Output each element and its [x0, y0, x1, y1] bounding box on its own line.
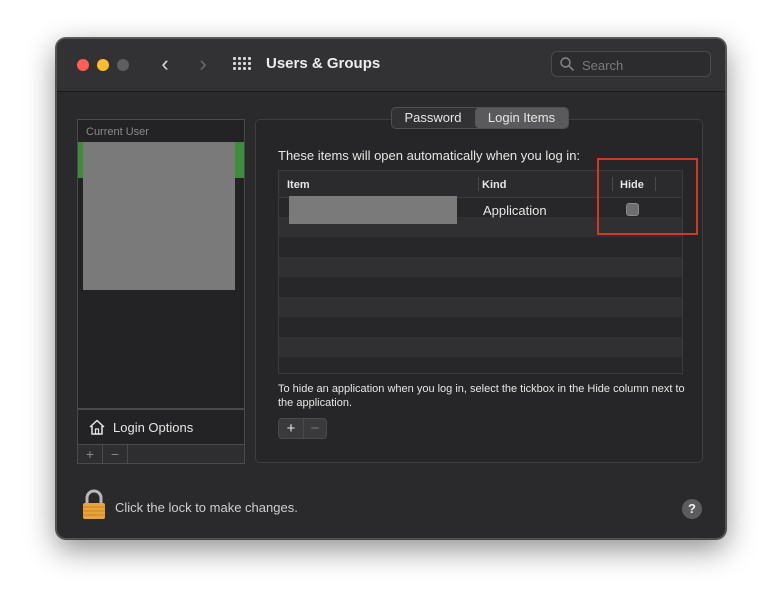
zoom-window-button[interactable] — [117, 59, 129, 71]
hide-hint-text: To hide an application when you log in, … — [278, 383, 685, 409]
search-field[interactable] — [551, 51, 711, 77]
hide-column-highlight — [597, 158, 698, 235]
column-header-item[interactable]: Item — [287, 179, 310, 191]
users-section-label: Current User — [86, 126, 149, 138]
back-chevron-icon[interactable]: ‹ — [153, 51, 177, 79]
lock-icon[interactable] — [81, 489, 107, 521]
window-title: Users & Groups — [266, 55, 381, 72]
tab-password[interactable]: Password — [392, 108, 474, 128]
item-kind-cell: Application — [483, 203, 547, 218]
show-all-grid-icon[interactable] — [233, 57, 251, 71]
remove-login-item-button[interactable]: − — [303, 419, 327, 438]
title-bar: ‹ › Users & Groups — [57, 39, 725, 92]
tab-segmented-control: Password Login Items — [391, 107, 569, 129]
table-row — [279, 257, 682, 277]
help-button[interactable]: ? — [682, 499, 702, 519]
login-options-item[interactable]: Login Options — [77, 409, 245, 445]
redacted-item-name — [289, 196, 457, 224]
tab-login-items[interactable]: Login Items — [475, 108, 568, 128]
column-separator — [478, 177, 479, 191]
table-row — [279, 357, 682, 373]
add-user-button[interactable]: + — [78, 445, 103, 463]
table-row — [279, 297, 682, 317]
forward-chevron-icon[interactable]: › — [191, 51, 215, 79]
users-list: Current User — [77, 119, 245, 409]
login-item-add-remove: + − — [278, 418, 327, 439]
house-icon — [89, 419, 105, 435]
table-row — [279, 277, 682, 297]
login-options-label: Login Options — [113, 420, 194, 435]
close-window-button[interactable] — [77, 59, 89, 71]
users-groups-window: ‹ › Users & Groups Current User Login Op… — [56, 38, 726, 539]
table-row — [279, 317, 682, 337]
redacted-user-area — [83, 142, 235, 290]
minimize-window-button[interactable] — [97, 59, 109, 71]
column-header-kind[interactable]: Kind — [482, 179, 506, 191]
remove-user-button[interactable]: − — [103, 445, 128, 463]
search-input[interactable] — [580, 55, 704, 75]
add-login-item-button[interactable]: + — [279, 419, 304, 438]
lock-status-text: Click the lock to make changes. — [115, 500, 298, 515]
search-icon — [560, 57, 574, 71]
table-row — [279, 337, 682, 357]
login-items-description: These items will open automatically when… — [278, 148, 581, 163]
table-row — [279, 237, 682, 257]
user-add-remove-bar: + − — [77, 445, 245, 464]
